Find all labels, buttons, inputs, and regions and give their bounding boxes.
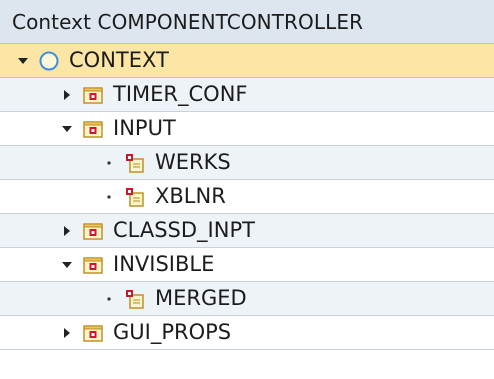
tree-node-xblnr[interactable]: XBLNR xyxy=(0,180,494,214)
node-folder-icon xyxy=(82,220,104,242)
tree-node-gui-props[interactable]: GUI_PROPS xyxy=(0,316,494,350)
tree-node-input[interactable]: INPUT xyxy=(0,112,494,146)
node-folder-icon xyxy=(82,118,104,140)
triangle-down-icon xyxy=(18,57,28,64)
expand-toggle[interactable] xyxy=(58,256,76,274)
triangle-right-icon xyxy=(64,225,70,236)
panel-title: Context COMPONENTCONTROLLER xyxy=(12,9,364,34)
attribute-icon xyxy=(124,186,146,208)
node-folder-icon xyxy=(82,322,104,344)
tree-node-label: CONTEXT xyxy=(69,48,169,72)
leaf-bullet xyxy=(100,188,118,206)
tree-node-classd-inpt[interactable]: CLASSD_INPT xyxy=(0,214,494,248)
tree-node-merged[interactable]: MERGED xyxy=(0,282,494,316)
context-tree-panel: Context COMPONENTCONTROLLER CONTEXT TIME… xyxy=(0,0,494,379)
attribute-icon xyxy=(124,288,146,310)
expand-toggle[interactable] xyxy=(58,120,76,138)
expand-toggle[interactable] xyxy=(14,52,32,70)
node-folder-icon xyxy=(82,254,104,276)
tree-node-label: CLASSD_INPT xyxy=(113,218,255,242)
triangle-right-icon xyxy=(64,327,70,338)
triangle-down-icon xyxy=(62,261,72,268)
tree-node-label: WERKS xyxy=(155,150,231,174)
node-folder-icon xyxy=(82,84,104,106)
tree-node-label: GUI_PROPS xyxy=(113,320,232,344)
expand-toggle[interactable] xyxy=(58,86,76,104)
attribute-icon xyxy=(124,152,146,174)
tree-node-label: MERGED xyxy=(155,286,247,310)
tree-node-label: XBLNR xyxy=(155,184,226,208)
tree-node-label: INPUT xyxy=(113,116,176,140)
tree-node-label: TIMER_CONF xyxy=(113,82,248,106)
tree-node-timer-conf[interactable]: TIMER_CONF xyxy=(0,78,494,112)
panel-header: Context COMPONENTCONTROLLER xyxy=(0,0,494,44)
triangle-right-icon xyxy=(64,89,70,100)
context-root-icon xyxy=(38,50,60,72)
bullet-dot-icon xyxy=(107,194,111,199)
leaf-bullet xyxy=(100,290,118,308)
expand-toggle[interactable] xyxy=(58,222,76,240)
bullet-dot-icon xyxy=(107,296,111,301)
bullet-dot-icon xyxy=(107,160,111,165)
triangle-down-icon xyxy=(62,125,72,132)
tree-node-invisible[interactable]: INVISIBLE xyxy=(0,248,494,282)
expand-toggle[interactable] xyxy=(58,324,76,342)
tree-node-label: INVISIBLE xyxy=(113,252,215,276)
leaf-bullet xyxy=(100,154,118,172)
tree-node-werks[interactable]: WERKS xyxy=(0,146,494,180)
tree-node-context[interactable]: CONTEXT xyxy=(0,44,494,78)
